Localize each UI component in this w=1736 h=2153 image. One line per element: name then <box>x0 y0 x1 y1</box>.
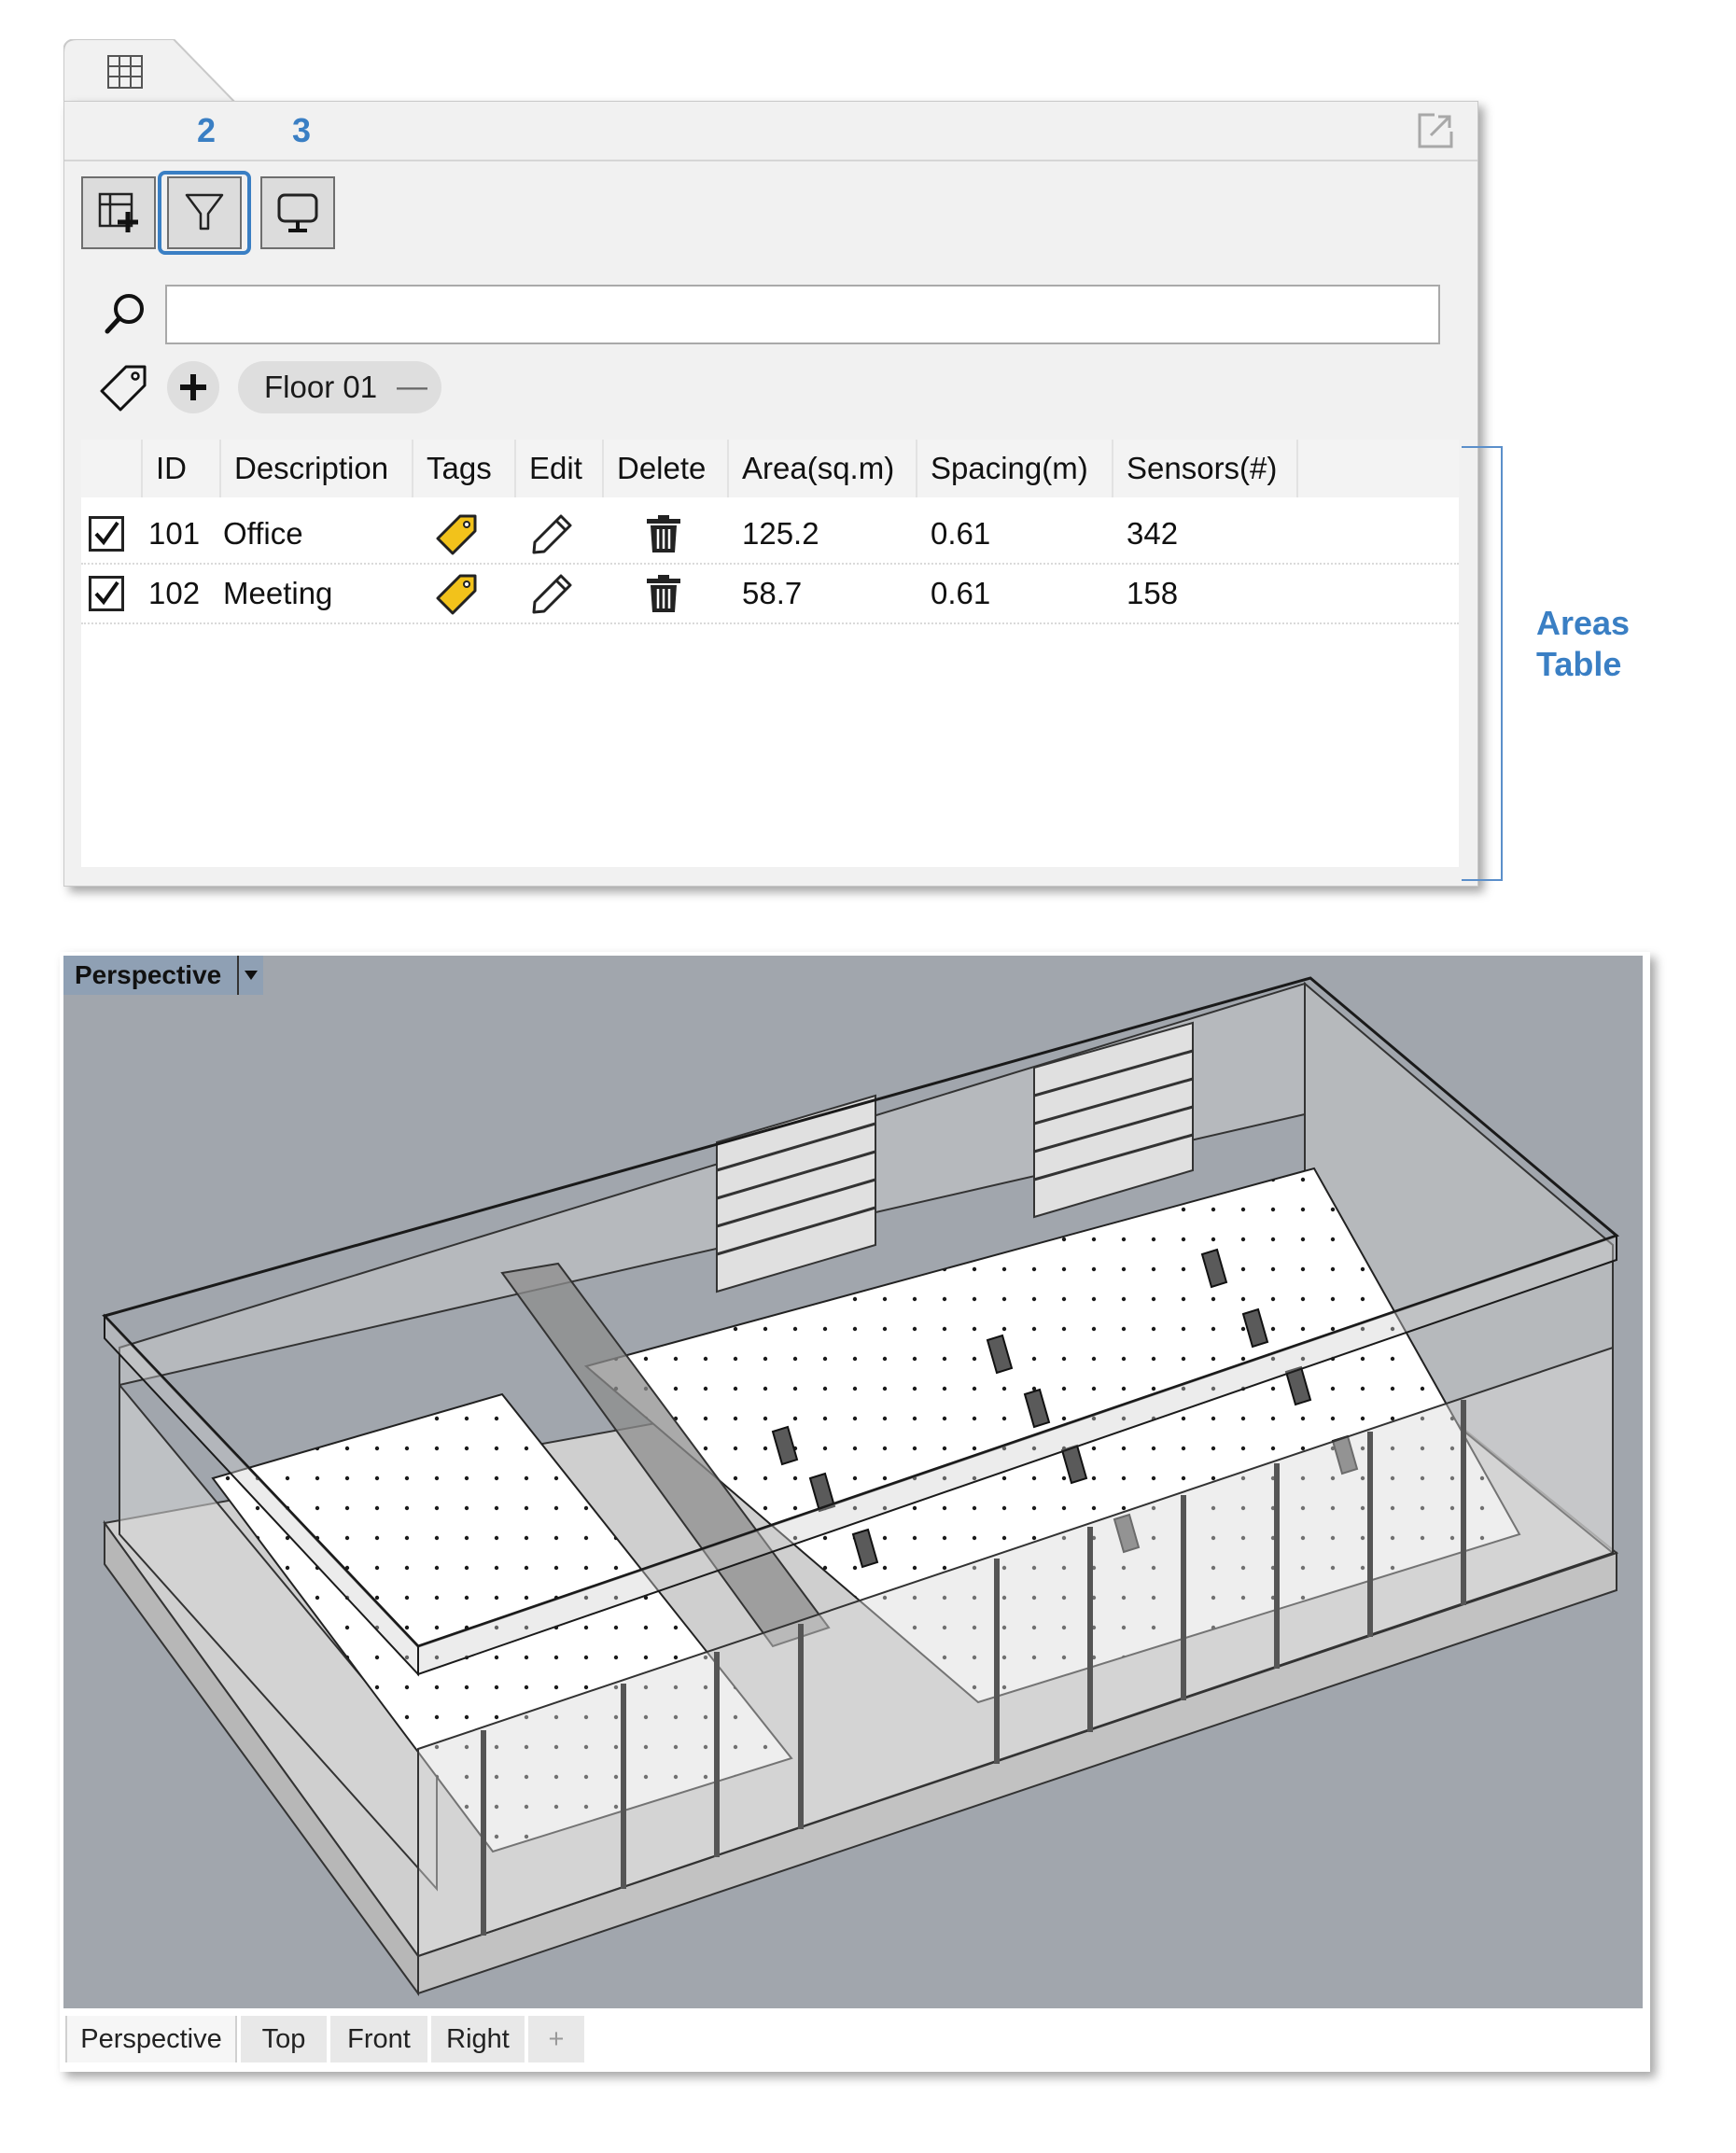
col-sensors[interactable]: Sensors(#) <box>1113 440 1298 497</box>
cell-sensors: 158 <box>1127 576 1179 610</box>
areas-table-annotation: Areas Table <box>1536 603 1630 685</box>
add-grid-icon <box>98 192 138 232</box>
areas-table: ID Description Tags Edit Delete Area(sq.… <box>81 440 1459 867</box>
viewport-label[interactable]: Perspective <box>63 956 263 995</box>
filter-icon <box>185 193 224 231</box>
tab-perspective[interactable]: Perspective <box>65 2016 237 2062</box>
col-spacing[interactable]: Spacing(m) <box>917 440 1113 497</box>
search-input[interactable] <box>165 285 1440 344</box>
monitor-icon <box>277 193 318 232</box>
plus-icon: + <box>548 2023 565 2054</box>
cell-spacing: 0.61 <box>931 516 991 551</box>
viewport-window: Perspective Perspective Top Front Right … <box>60 952 1650 2072</box>
tab-top[interactable]: Top <box>241 2016 327 2062</box>
add-tag-button[interactable] <box>167 361 219 413</box>
chevron-down-icon[interactable] <box>243 969 259 982</box>
display-button[interactable] <box>260 176 335 249</box>
add-area-button[interactable] <box>81 176 156 249</box>
divider <box>64 160 1477 161</box>
tag-chip-label: Floor 01 <box>264 370 378 404</box>
pencil-icon[interactable] <box>531 572 574 615</box>
col-area[interactable]: Area(sq.m) <box>729 440 917 497</box>
annotation-line-2: Table <box>1536 645 1622 683</box>
panel-tab[interactable] <box>63 39 241 106</box>
cell-description: Office <box>223 516 303 551</box>
trash-icon[interactable] <box>645 572 682 615</box>
add-tab-button[interactable]: + <box>528 2016 584 2062</box>
tag-yellow-icon[interactable] <box>434 572 479 617</box>
row-checkbox[interactable] <box>89 576 124 611</box>
plus-icon <box>180 374 206 400</box>
col-filler <box>1298 440 1459 497</box>
check-icon <box>94 580 119 606</box>
trash-icon[interactable] <box>645 512 682 555</box>
tag-yellow-icon[interactable] <box>434 512 479 557</box>
areas-table-bracket <box>1462 446 1503 881</box>
callout-3: 3 <box>292 111 312 149</box>
col-tags[interactable]: Tags <box>413 440 516 497</box>
col-delete[interactable]: Delete <box>604 440 729 497</box>
viewport-label-text: Perspective <box>75 960 222 989</box>
pencil-icon[interactable] <box>531 512 574 555</box>
col-edit[interactable]: Edit <box>516 440 604 497</box>
filter-button[interactable] <box>167 176 242 249</box>
callout-2: 2 <box>197 111 217 149</box>
cell-sensors: 342 <box>1127 516 1179 551</box>
cell-description: Meeting <box>223 576 333 610</box>
cell-spacing: 0.61 <box>931 576 991 610</box>
search-icon <box>105 294 144 334</box>
popout-icon[interactable] <box>1416 111 1455 150</box>
row-divider <box>81 563 1459 565</box>
building-model <box>102 976 1619 1997</box>
tag-chip-floor[interactable]: Floor 01 — <box>238 361 441 413</box>
cell-id: 101 <box>148 516 201 551</box>
tag-chip-remove[interactable]: — <box>397 369 427 404</box>
cell-id: 102 <box>148 576 201 610</box>
tab-front[interactable]: Front <box>330 2016 427 2062</box>
col-select <box>81 440 143 497</box>
annotation-line-1: Areas <box>1536 604 1631 642</box>
cell-area: 58.7 <box>742 576 803 610</box>
check-icon <box>94 521 119 546</box>
cell-area: 125.2 <box>742 516 819 551</box>
label-separator <box>237 956 239 995</box>
viewport-canvas[interactable]: Perspective <box>63 956 1643 2008</box>
col-description[interactable]: Description <box>221 440 413 497</box>
tab-right[interactable]: Right <box>431 2016 525 2062</box>
row-checkbox[interactable] <box>89 516 124 552</box>
tag-icon <box>100 365 147 412</box>
row-divider <box>81 622 1459 624</box>
col-id[interactable]: ID <box>143 440 221 497</box>
areas-panel: 2 3 Floor 01 — ID Description Tags Edit … <box>63 101 1478 887</box>
